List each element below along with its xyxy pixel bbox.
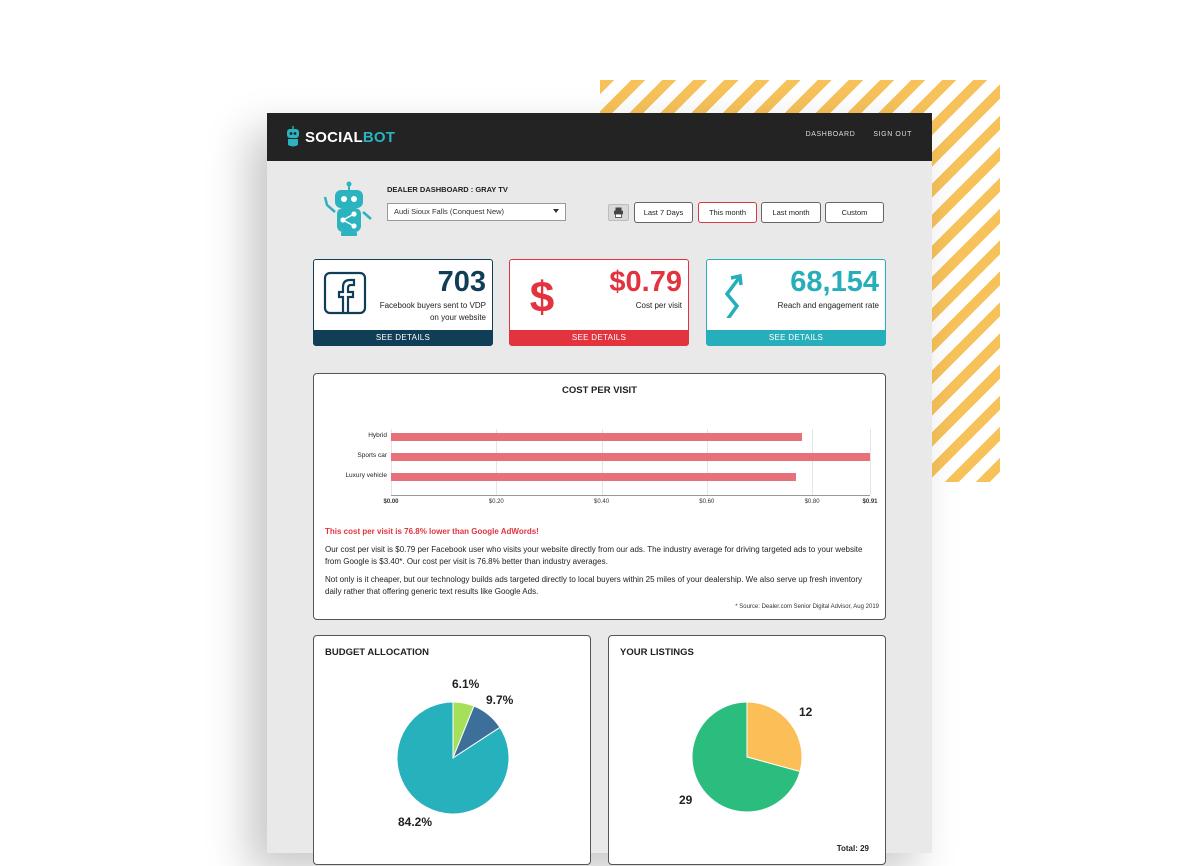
chevron-down-icon bbox=[553, 209, 559, 213]
range-custom-button[interactable]: Custom bbox=[825, 202, 884, 223]
dealer-select-value: Audi Sioux Falls (Conquest New) bbox=[394, 207, 505, 216]
top-navbar: SOCIALBOT DASHBOARD SIGN OUT bbox=[267, 113, 932, 161]
dashboard-window: SOCIALBOT DASHBOARD SIGN OUT DEALER DASH… bbox=[267, 113, 932, 865]
printer-icon bbox=[614, 207, 623, 218]
y-category-label: Sports car bbox=[357, 452, 387, 459]
bar bbox=[391, 433, 802, 441]
kpi-label: Facebook buyers sent to VDP on your webs… bbox=[379, 301, 486, 322]
range-last-month-button[interactable]: Last month bbox=[761, 202, 821, 223]
zigzag-arrow-icon bbox=[724, 273, 743, 318]
kpi-label: Reach and engagement rate bbox=[777, 301, 879, 310]
range-this-month-button[interactable]: This month bbox=[698, 202, 757, 223]
x-tick-label: $0.00 bbox=[383, 499, 399, 505]
kpi-card-reach[interactable]: 68,154 Reach and engagement rate SEE DET… bbox=[706, 259, 886, 346]
see-details-button[interactable]: SEE DETAILS bbox=[314, 330, 492, 345]
x-axis-line bbox=[391, 495, 870, 496]
robot-share-icon bbox=[323, 181, 372, 236]
cost-per-visit-panel: COST PER VISIT $0.00 $0.20 $0.40 $0.60 $0.80… bbox=[313, 373, 886, 620]
range-last-7-days-button[interactable]: Last 7 Days bbox=[634, 202, 693, 223]
logo-text: SOCIALBOT bbox=[305, 128, 396, 146]
dollar-icon: $ bbox=[530, 273, 554, 318]
x-tick-label: $0.20 bbox=[488, 499, 504, 505]
see-details-button[interactable]: SEE DETAILS bbox=[707, 330, 885, 345]
kpi-value: $0.79 bbox=[609, 266, 682, 298]
x-tick-label: $0.60 bbox=[699, 499, 715, 505]
dealer-select[interactable]: Audi Sioux Falls (Conquest New) bbox=[387, 203, 566, 221]
kpi-value: 703 bbox=[437, 266, 486, 298]
pie-data-label: 84.2% bbox=[398, 815, 432, 829]
nav-sign-out-link[interactable]: SIGN OUT bbox=[873, 131, 912, 138]
y-category-label: Luxury vehicle bbox=[345, 472, 387, 479]
bar bbox=[391, 473, 797, 481]
x-tick-label: $0.91 bbox=[862, 499, 878, 505]
pie-data-label: 6.1% bbox=[452, 677, 480, 691]
pie-data-label: 9.7% bbox=[486, 693, 514, 707]
socialbot-logo[interactable]: SOCIALBOT bbox=[283, 125, 395, 149]
budget-allocation-panel: BUDGET ALLOCATION 6.1% 9.7% 84.2% bbox=[313, 635, 591, 865]
pie-data-label: 12 bbox=[799, 705, 813, 719]
y-category-label: Hybrid bbox=[368, 432, 387, 439]
highlight-note: This cost per visit is 76.8% lower than … bbox=[325, 527, 539, 536]
print-button[interactable] bbox=[608, 204, 629, 221]
see-details-button[interactable]: SEE DETAILS bbox=[510, 330, 688, 345]
listings-pie-chart: 12 29 bbox=[679, 701, 813, 813]
facebook-icon bbox=[323, 271, 367, 315]
kpi-label: Cost per visit bbox=[635, 301, 682, 310]
source-note: * Source: Dealer.com Senior Digital Advi… bbox=[735, 604, 879, 610]
dashboard-title: DEALER DASHBOARD : GRAY TV bbox=[387, 185, 508, 194]
grid-line bbox=[812, 429, 814, 495]
grid-line bbox=[870, 429, 871, 495]
x-tick-label: $0.40 bbox=[594, 499, 610, 505]
svg-text:$: $ bbox=[530, 273, 554, 318]
pie-data-label: 29 bbox=[679, 793, 693, 807]
x-tick-label: $0.80 bbox=[804, 499, 820, 505]
kpi-card-facebook-buyers[interactable]: 703 Facebook buyers sent to VDP on your … bbox=[313, 259, 493, 346]
kpi-card-cost-per-visit[interactable]: $ $0.79 Cost per visit SEE DETAILS bbox=[509, 259, 689, 346]
budget-pie-chart: 6.1% 9.7% 84.2% bbox=[396, 677, 514, 829]
listings-panel: YOUR LISTINGS 12 29 Total: 29 bbox=[608, 635, 886, 865]
cost-per-visit-chart: $0.00 $0.20 $0.40 $0.60 $0.80 $0.91 Hybrid Spor… bbox=[314, 374, 887, 514]
explanation-paragraph: Our cost per visit is $0.79 per Facebook… bbox=[325, 545, 863, 566]
bar bbox=[391, 453, 870, 461]
kpi-value: 68,154 bbox=[790, 266, 879, 298]
explanation-paragraph: Not only is it cheaper, but our technolo… bbox=[325, 575, 863, 596]
robot-logo-icon bbox=[287, 126, 299, 147]
nav-dashboard-link[interactable]: DASHBOARD bbox=[806, 131, 856, 138]
